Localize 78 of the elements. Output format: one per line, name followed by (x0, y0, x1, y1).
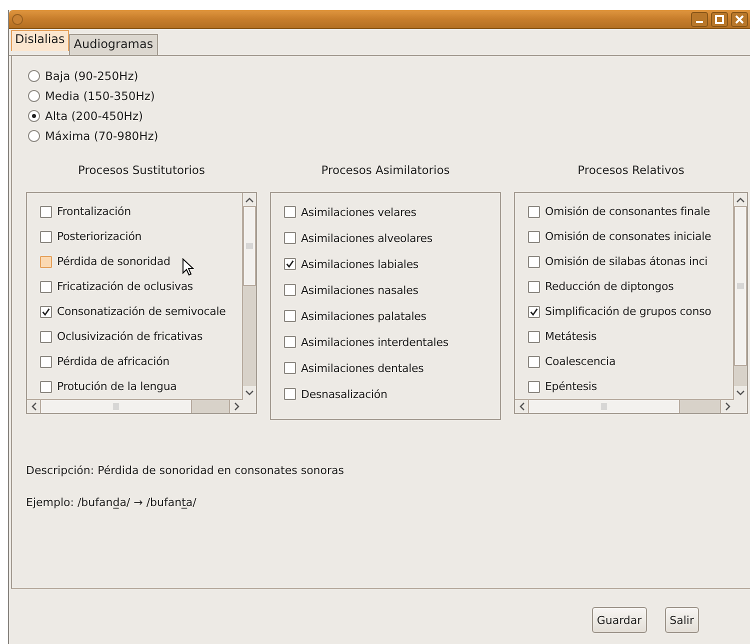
checkbox[interactable] (284, 362, 296, 374)
horizontal-scrollbar[interactable] (515, 399, 734, 413)
checkbox[interactable] (528, 206, 540, 218)
checkbox-label: Asimilaciones nasales (301, 284, 418, 296)
close-icon[interactable] (731, 12, 748, 26)
checkbox-label: Oclusivización de fricativas (57, 330, 203, 343)
checkbox[interactable] (528, 380, 540, 392)
checkbox-label: Asimilaciones palatales (301, 310, 426, 322)
checkbox-label: Asimilaciones labiales (301, 258, 419, 270)
description-text: Descripción: Pérdida de sonoridad en consonates sonoras (26, 464, 345, 476)
tab[interactable]: Dislalias (11, 30, 69, 51)
checkbox-label: Desnasalización (301, 388, 388, 400)
checkbox-label: Asimilaciones velares (301, 206, 416, 218)
checkbox[interactable] (528, 306, 540, 318)
checkbox[interactable] (528, 330, 540, 342)
radio-label: Máxima (70-980Hz) (45, 129, 158, 143)
checkbox[interactable] (40, 206, 52, 218)
checkbox[interactable] (284, 388, 296, 400)
group-title: Procesos Relativos (576, 163, 686, 179)
checkbox[interactable] (40, 230, 52, 242)
tab[interactable]: Audiogramas (68, 34, 158, 55)
checkbox[interactable] (284, 206, 296, 218)
button[interactable]: Salir (664, 607, 699, 633)
checkbox[interactable] (40, 306, 52, 318)
checkbox[interactable] (528, 256, 540, 268)
checkbox-label: Reducción de diptongos (545, 280, 674, 293)
radio-button[interactable] (28, 130, 40, 142)
checkbox-label: Fricatización de oclusivas (57, 280, 194, 293)
checkbox-label: Coalescencia (545, 355, 616, 368)
checkbox[interactable] (284, 284, 296, 296)
checkbox-label: Omisión de silabas átonas inci (545, 255, 708, 268)
checkbox[interactable] (284, 336, 296, 348)
button[interactable]: Guardar (592, 607, 647, 633)
checkbox-label: Frontalización (57, 205, 131, 218)
group-title: Procesos Asimilatorios (320, 163, 451, 179)
checkbox-label: Posteriorización (57, 230, 142, 243)
checkbox-label: Simplificación de grupos conso (545, 305, 712, 318)
grip-icon (246, 243, 253, 249)
window-menu-icon[interactable] (12, 14, 23, 24)
horizontal-scrollbar[interactable] (27, 399, 243, 413)
checkbox-label: Omisión de consonates iniciale (545, 230, 712, 243)
example-text: Ejemplo: /bufand̲a/ → /bufant̲a/ (26, 496, 198, 508)
radio-button[interactable] (28, 70, 40, 82)
vertical-scrollbar[interactable] (733, 193, 747, 399)
checkbox[interactable] (40, 380, 52, 392)
checkbox-label: Epéntesis (545, 380, 597, 393)
checkbox-label: Pérdida de sonoridad (57, 255, 170, 268)
checkbox[interactable] (284, 232, 296, 244)
checkbox-label: Asimilaciones interdentales (301, 336, 448, 348)
maximize-icon[interactable] (711, 12, 728, 26)
cursor-icon (182, 258, 194, 276)
minimize-icon[interactable] (691, 12, 708, 26)
radio-label: Baja (90-250Hz) (45, 69, 138, 83)
vertical-scrollbar[interactable] (242, 193, 256, 399)
checkbox-label: Pérdida de africación (57, 355, 170, 368)
checkbox-label: Protución de la lengua (57, 380, 177, 393)
checkbox[interactable] (40, 356, 52, 368)
checkbox-label: Metátesis (545, 330, 597, 343)
radio-button[interactable] (28, 110, 40, 122)
checkbox[interactable] (528, 356, 540, 368)
checkbox[interactable] (284, 310, 296, 322)
checkbox[interactable] (528, 230, 540, 242)
grip-icon (601, 403, 607, 410)
checkbox[interactable] (40, 256, 52, 268)
checkbox[interactable] (284, 258, 296, 270)
radio-label: Media (150-350Hz) (45, 89, 155, 103)
checkbox-label: Asimilaciones dentales (301, 362, 424, 374)
checkbox[interactable] (40, 330, 52, 342)
grip-icon (737, 283, 744, 289)
checkbox[interactable] (528, 280, 540, 292)
grip-icon (113, 403, 119, 410)
radio-label: Alta (200-450Hz) (45, 109, 143, 123)
checkbox[interactable] (40, 280, 52, 292)
checkbox-label: Omisión de consonantes finale (545, 205, 710, 218)
checkbox-label: Consonatización de semivocale (57, 305, 226, 318)
group-title: Procesos Sustitutorios (77, 163, 206, 179)
checkbox-label: Asimilaciones alveolares (301, 232, 432, 244)
radio-button[interactable] (28, 90, 40, 102)
